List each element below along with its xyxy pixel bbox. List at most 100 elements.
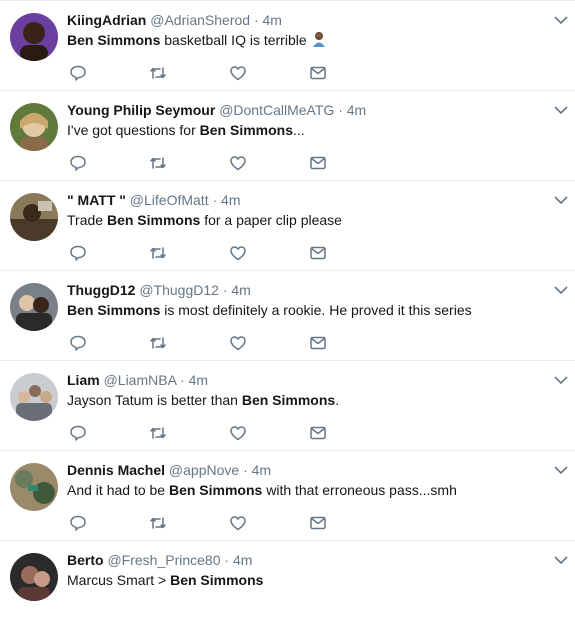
avatar[interactable] <box>10 283 58 331</box>
display-name[interactable]: Dennis Machel <box>67 462 165 478</box>
reply-icon[interactable] <box>68 153 88 173</box>
display-name[interactable]: Berto <box>67 552 104 568</box>
tweet-header: Young Philip Seymour @DontCallMeATG · 4m <box>67 101 366 119</box>
retweet-icon[interactable] <box>148 153 168 173</box>
retweet-icon[interactable] <box>148 333 168 353</box>
message-icon[interactable] <box>308 153 328 173</box>
tweet-feed: KiingAdrian @AdrianSherod · 4m Ben Simmo… <box>0 0 575 603</box>
facepalm-emoji <box>311 31 327 51</box>
like-icon[interactable] <box>228 423 248 443</box>
user-handle[interactable]: @ThuggD12 <box>139 282 219 298</box>
avatar-image <box>10 463 58 511</box>
tweet-text-highlight: Ben Simmons <box>170 572 264 588</box>
avatar-image <box>10 193 58 241</box>
avatar[interactable] <box>10 13 58 61</box>
avatar-image <box>10 103 58 151</box>
separator-dot: · <box>224 552 230 568</box>
like-icon[interactable] <box>228 63 248 83</box>
separator-dot: · <box>180 372 185 388</box>
user-handle[interactable]: @LiamNBA <box>104 372 177 388</box>
tweet-item[interactable]: Berto @Fresh_Prince80 · 4m Marcus Smart … <box>0 541 575 631</box>
message-icon[interactable] <box>308 63 328 83</box>
chevron-down-icon[interactable] <box>553 103 569 115</box>
timestamp[interactable]: 4m <box>221 192 240 208</box>
tweet-text-pre: And it had to be <box>67 482 169 498</box>
timestamp[interactable]: 4m <box>231 282 250 298</box>
timestamp[interactable]: 4m <box>347 102 366 118</box>
timestamp[interactable]: 4m <box>263 12 282 28</box>
display-name[interactable]: Liam <box>67 372 100 388</box>
like-icon[interactable] <box>228 153 248 173</box>
tweet-text-highlight: Ben Simmons <box>67 32 161 48</box>
tweet-text: And it had to be Ben Simmons with that e… <box>67 481 457 499</box>
tweet-text-post: with that erroneous pass...smh <box>262 482 457 498</box>
display-name[interactable]: ThuggD12 <box>67 282 135 298</box>
message-icon[interactable] <box>308 513 328 533</box>
tweet-text: Jayson Tatum is better than Ben Simmons. <box>67 391 339 409</box>
message-icon[interactable] <box>308 423 328 443</box>
chevron-down-icon[interactable] <box>553 13 569 25</box>
separator-dot: · <box>222 282 228 298</box>
display-name[interactable]: KiingAdrian <box>67 12 146 28</box>
tweet-text-highlight: Ben Simmons <box>106 212 201 228</box>
retweet-icon[interactable] <box>148 513 168 533</box>
message-icon[interactable] <box>308 333 328 353</box>
avatar[interactable] <box>10 373 58 421</box>
chevron-down-icon[interactable] <box>553 463 569 475</box>
tweet-header: Dennis Machel @appNove · 4m <box>67 461 271 479</box>
separator-dot: · <box>338 102 343 118</box>
chevron-down-icon[interactable] <box>553 193 569 205</box>
tweet-text: Marcus Smart > Ben Simmons <box>67 571 263 589</box>
retweet-icon[interactable] <box>148 63 168 83</box>
user-handle[interactable]: @LifeOfMatt <box>130 192 209 208</box>
avatar[interactable] <box>10 103 58 151</box>
tweet-item[interactable]: Dennis Machel @appNove · 4m And it had t… <box>0 451 575 541</box>
chevron-down-icon[interactable] <box>553 553 569 565</box>
separator-dot: · <box>243 462 248 478</box>
display-name[interactable]: Young Philip Seymour <box>67 102 215 118</box>
user-handle[interactable]: @Fresh_Prince80 <box>107 552 220 568</box>
display-name[interactable]: " MATT " <box>67 192 126 208</box>
tweet-text: I've got questions for Ben Simmons... <box>67 121 305 139</box>
user-handle[interactable]: @AdrianSherod <box>150 12 250 28</box>
reply-icon[interactable] <box>68 333 88 353</box>
retweet-icon[interactable] <box>148 243 168 263</box>
tweet-text-highlight: Ben Simmons <box>67 302 161 318</box>
avatar[interactable] <box>10 553 58 601</box>
avatar[interactable] <box>10 193 58 241</box>
tweet-item[interactable]: KiingAdrian @AdrianSherod · 4m Ben Simmo… <box>0 1 575 91</box>
reply-icon[interactable] <box>68 243 88 263</box>
user-handle[interactable]: @DontCallMeATG <box>219 102 334 118</box>
tweet-text-post: for a paper clip please <box>200 212 342 228</box>
reply-icon[interactable] <box>68 63 88 83</box>
message-icon[interactable] <box>308 243 328 263</box>
avatar-image <box>10 283 58 331</box>
chevron-down-icon[interactable] <box>553 283 569 295</box>
like-icon[interactable] <box>228 513 248 533</box>
like-icon[interactable] <box>228 243 248 263</box>
avatar[interactable] <box>10 463 58 511</box>
tweet-item[interactable]: " MATT " @LifeOfMatt · 4m Trade Ben Simm… <box>0 181 575 271</box>
tweet-header: " MATT " @LifeOfMatt · 4m <box>67 191 241 209</box>
reply-icon[interactable] <box>68 513 88 533</box>
tweet-item[interactable]: Young Philip Seymour @DontCallMeATG · 4m… <box>0 91 575 181</box>
separator-dot: · <box>212 192 218 208</box>
timestamp[interactable]: 4m <box>233 552 252 568</box>
tweet-text-pre: I've got questions for <box>67 122 200 138</box>
tweet-header: KiingAdrian @AdrianSherod · 4m <box>67 11 282 29</box>
like-icon[interactable] <box>228 333 248 353</box>
tweet-text-highlight: Ben Simmons <box>241 392 336 408</box>
tweet-item[interactable]: ThuggD12 @ThuggD12 · 4m Ben Simmons is m… <box>0 271 575 361</box>
tweet-text-highlight: Ben Simmons <box>199 122 293 138</box>
tweet-item[interactable]: Liam @LiamNBA · 4m Jayson Tatum is bette… <box>0 361 575 451</box>
user-handle[interactable]: @appNove <box>169 462 239 478</box>
retweet-icon[interactable] <box>148 423 168 443</box>
reply-icon[interactable] <box>68 423 88 443</box>
chevron-down-icon[interactable] <box>553 373 569 385</box>
timestamp[interactable]: 4m <box>189 372 208 388</box>
tweet-text: Ben Simmons is most definitely a rookie.… <box>67 301 472 319</box>
tweet-text: Trade Ben Simmons for a paper clip pleas… <box>67 211 342 229</box>
timestamp[interactable]: 4m <box>252 462 271 478</box>
tweet-text-post: is most definitely a rookie. He proved i… <box>160 302 472 318</box>
tweet-text-pre: Jayson Tatum is better than <box>67 392 242 408</box>
